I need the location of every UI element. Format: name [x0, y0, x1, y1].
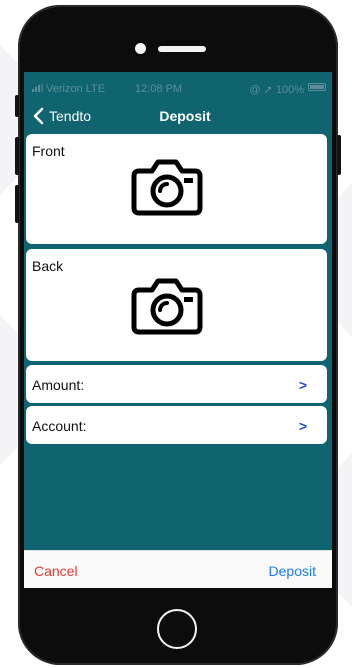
chevron-right-icon: >: [298, 377, 307, 393]
page-title: Deposit: [159, 108, 211, 124]
front-photo-card[interactable]: Front: [26, 134, 327, 244]
signal-icon: [32, 84, 44, 92]
carrier-label: Verizon LTE: [46, 83, 106, 95]
home-button[interactable]: [157, 609, 197, 649]
amount-label: Amount:: [32, 377, 85, 393]
volume-up-button: [15, 137, 19, 175]
deposit-button[interactable]: Deposit: [269, 563, 316, 579]
camera-icon[interactable]: [130, 154, 204, 218]
status-time: 12:08 PM: [135, 83, 183, 95]
status-indicators: @ ➚ 100%: [249, 84, 304, 96]
amount-row[interactable]: Amount: >: [26, 365, 327, 403]
chevron-right-icon: >: [298, 418, 307, 434]
front-camera-icon: [135, 43, 146, 54]
speaker-icon: [158, 46, 206, 52]
app-screen: Verizon LTE 12:08 PM @ ➚ 100% Tendto Dep…: [24, 72, 332, 588]
back-photo-card[interactable]: Back: [26, 249, 327, 361]
volume-down-button: [15, 185, 19, 223]
carrier-status: Verizon LTE: [32, 83, 105, 95]
power-button: [337, 135, 341, 175]
navigation-bar: Tendto Deposit: [24, 102, 332, 130]
mute-switch: [15, 95, 19, 117]
cancel-button[interactable]: Cancel: [34, 563, 78, 579]
battery-icon: [308, 83, 326, 91]
bottom-toolbar: Cancel Deposit: [24, 550, 332, 588]
front-label: Front: [32, 143, 65, 159]
account-label: Account:: [32, 418, 87, 434]
status-bar: Verizon LTE 12:08 PM @ ➚ 100%: [24, 72, 332, 102]
back-label: Back: [32, 258, 64, 274]
camera-icon[interactable]: [130, 273, 204, 337]
account-row[interactable]: Account: >: [26, 406, 327, 444]
